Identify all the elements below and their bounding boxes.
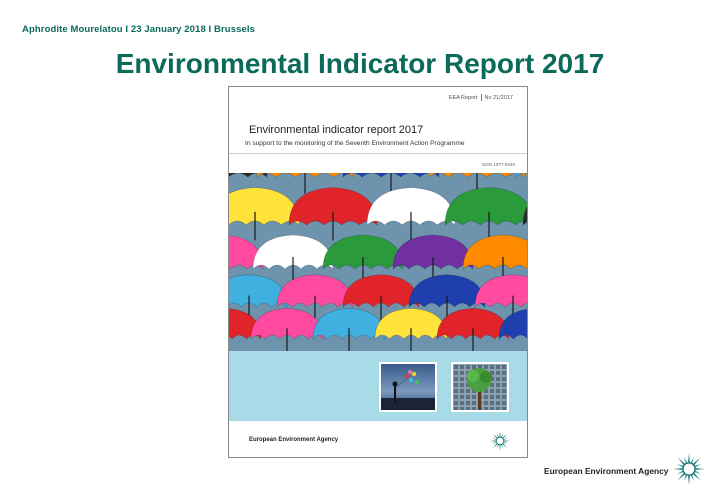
cover-title: Environmental indicator report 2017 (249, 124, 424, 136)
sunburst-ray (694, 470, 702, 475)
sunburst-ray (694, 463, 702, 468)
sunburst-ray (683, 474, 688, 482)
sunburst-ray (673, 468, 683, 470)
cover-issn: ISSN 1977-8449 (481, 162, 515, 167)
slide-title: Environmental Indicator Report 2017 (115, 48, 605, 79)
presenter-date-location: Aphrodite Mourelatou I 23 January 2018 I… (22, 24, 255, 35)
tree-in-city-photo (451, 362, 509, 412)
sunburst-ray (492, 433, 498, 439)
sunburst-ray (695, 468, 705, 470)
sunburst-ray (693, 457, 701, 465)
sunburst-ray (499, 445, 501, 451)
cover-report-number: EEA Report No 21/2017 (449, 94, 513, 101)
sunburst-ray (504, 440, 510, 442)
sunburst-ray (499, 431, 501, 437)
sunburst-ray (501, 444, 504, 449)
sunburst-center (495, 436, 505, 446)
cover-series-label: EEA Report (448, 94, 478, 101)
sunburst-ray (677, 473, 685, 481)
sunburst-ray (502, 443, 508, 449)
sunburst-ray (676, 463, 684, 468)
sunburst-ray (492, 442, 497, 445)
sunburst-ray (496, 433, 499, 438)
sunburst-ray (490, 440, 496, 442)
sunburst-ray (690, 474, 695, 482)
sunburst-ray (688, 453, 690, 463)
sunburst-ray (683, 456, 688, 464)
sunburst-ray (503, 437, 508, 440)
sunburst-ray (492, 443, 498, 449)
sunburst-ray (501, 433, 504, 438)
sunburst-ray (677, 457, 685, 465)
cover-subtitle: In support to the monitoring of the Seve… (245, 140, 465, 147)
sunburst-ray (690, 456, 695, 464)
sunburst-ray (688, 475, 690, 485)
colorful-umbrellas-photo (229, 173, 527, 351)
cover-separator (480, 94, 482, 101)
cover-agency-name: European Environment Agency (249, 437, 339, 443)
cover-divider (229, 153, 527, 154)
sunburst-ray (693, 473, 701, 481)
umbrellas-illustration (229, 173, 527, 351)
eea-sunburst-logo (672, 452, 706, 486)
sunburst-ray (492, 437, 497, 440)
sunburst-ray (503, 442, 508, 445)
sunburst-ray (502, 433, 508, 439)
eea-sunburst-logo-small (489, 430, 511, 452)
person-with-balloons-photo (379, 362, 437, 412)
footer-agency-name: European Environment Agency (544, 466, 669, 476)
report-cover: EEA Report No 21/2017 Environmental indic… (228, 86, 528, 458)
sunburst-ray (496, 444, 499, 449)
sunburst-center (682, 462, 696, 476)
sunburst-ray (676, 470, 684, 475)
cover-report-no: No 21/2017 (484, 94, 513, 101)
